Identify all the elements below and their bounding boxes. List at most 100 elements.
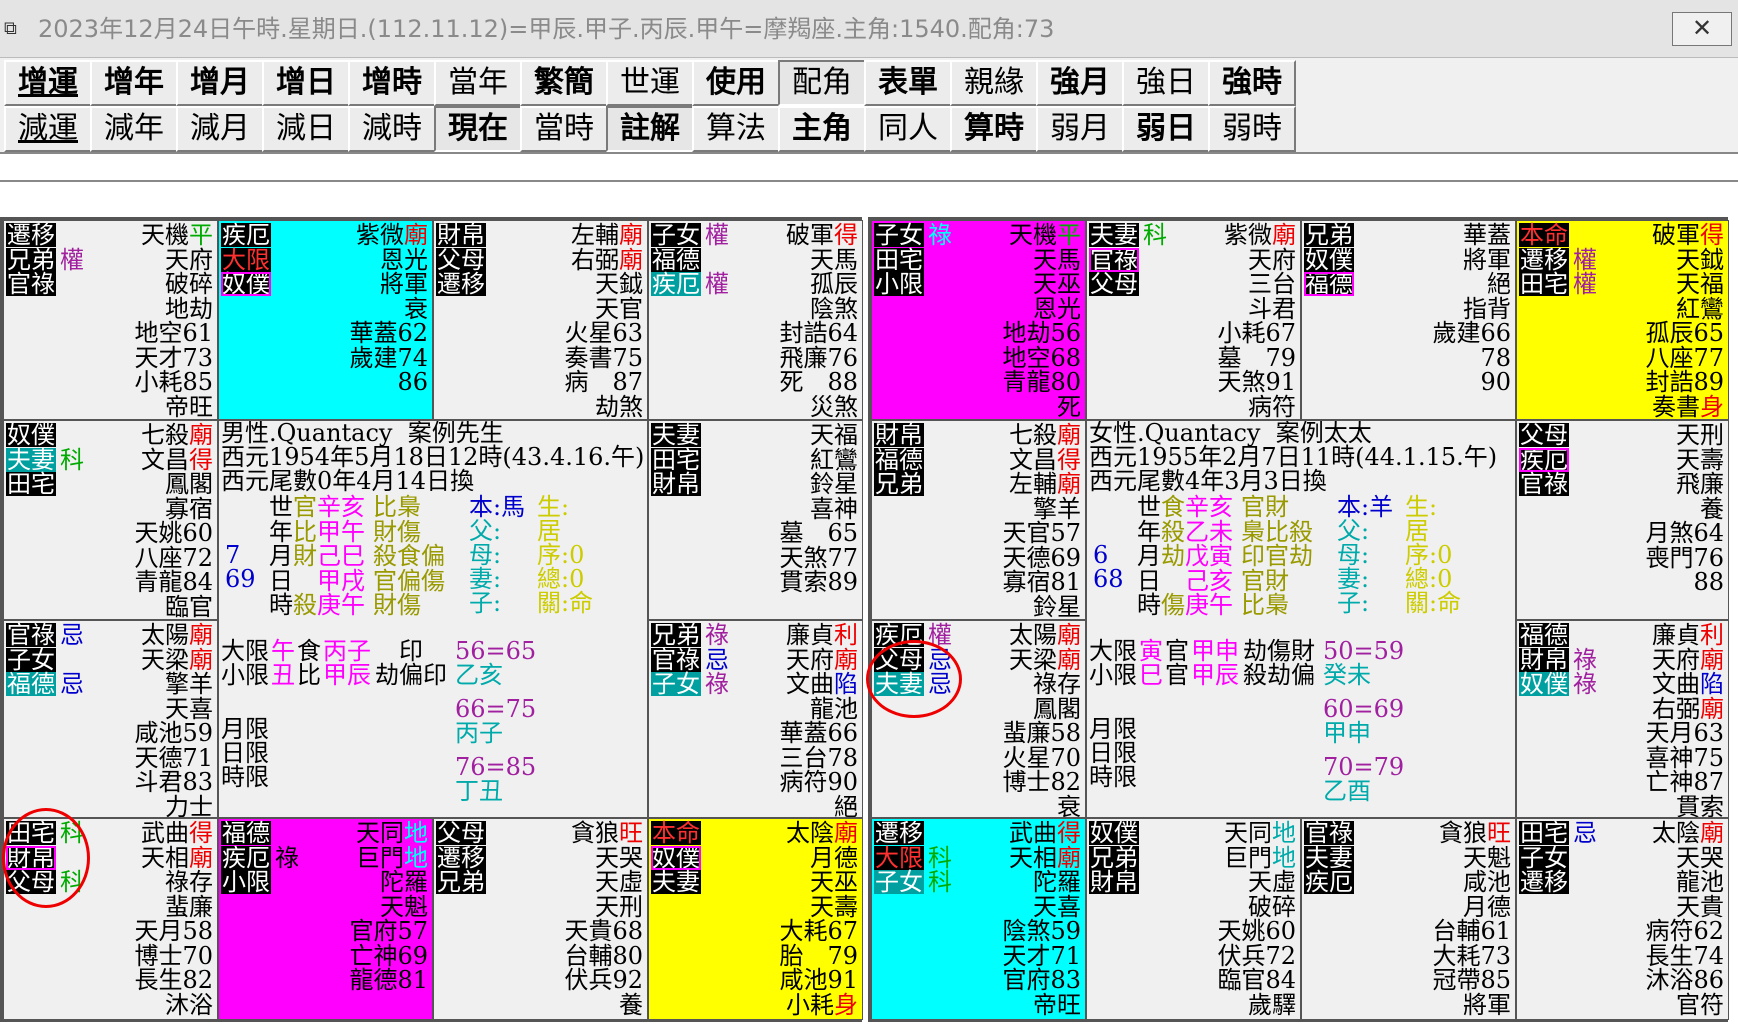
- palace-name: 奴僕: [221, 270, 271, 298]
- toolbar-button-2-1[interactable]: 減運: [4, 106, 92, 152]
- palace-cell[interactable]: 官祿 夫妻 疾厄 貪狼旺 天魁 咸池 月德 台輔61 大耗73 冠帶85 將軍: [1301, 818, 1516, 1020]
- toolbar-button-2-7[interactable]: 當時: [520, 106, 608, 152]
- star-line: 天機平: [134, 223, 213, 248]
- palace-cell[interactable]: 夫妻科官祿 父母 紫微廟 天府 三台 斗君 小耗67 墓 79 天煞91 病符: [1086, 220, 1301, 420]
- star-line: 劫煞: [564, 394, 643, 420]
- toolbar-button-2-13[interactable]: 弱月: [1036, 106, 1124, 152]
- zong-label: 總:0: [1405, 565, 1453, 593]
- palace-line: 遷移: [436, 272, 486, 297]
- palace-cell[interactable]: 兄弟 奴僕 福德 華蓋 將軍絕指背 歲建66 78 90: [1301, 220, 1516, 420]
- toolbar-button-1-9[interactable]: 使用: [692, 60, 780, 106]
- toolbar-button-1-4[interactable]: 增日: [262, 60, 350, 106]
- hidden-gods: 比梟: [373, 493, 421, 521]
- toolbar-button-1-14[interactable]: 強日: [1122, 60, 1210, 106]
- palace-cell[interactable]: 奴僕 兄弟 財帛 天同地 巨門地 天虛 破碎 天姚60 伏兵72 臨官84 歲驛: [1086, 818, 1301, 1020]
- palace-cell[interactable]: 父母 遷移 兄弟 貪狼旺 天哭 天虛 天刑 天貴68 台輔80 伏兵92 養: [433, 818, 648, 1020]
- star-line: 陀羅: [349, 870, 428, 895]
- toolbar-button-1-10[interactable]: 配角: [778, 60, 866, 106]
- palace-cell[interactable]: 遷移 兄弟權官祿 天機平 天府 破碎 地劫 地空61 天才73 小耗85 帝旺: [3, 220, 218, 420]
- toolbar-button-1-12[interactable]: 親緣: [950, 60, 1038, 106]
- palace-cell[interactable]: 福德 疾厄祿小限 天同地 巨門地 陀羅 天魁 官府57 亡神69 龍德81: [218, 818, 433, 1020]
- command-input[interactable]: [0, 152, 1738, 182]
- star-name: 力士: [165, 792, 213, 818]
- decade-range: 56=65: [455, 637, 537, 665]
- palace-cell[interactable]: 福德 財帛祿奴僕祿廉貞利 天府廟 文曲陷 右弼廟 天月63 喜神75 亡神87 貫索: [1516, 620, 1729, 818]
- decade-gz: 乙酉: [1323, 777, 1371, 805]
- hidden-gods: 財傷: [373, 517, 421, 546]
- hidden-gods: 官財: [1241, 566, 1289, 595]
- palace-cell[interactable]: 田宅忌子女 遷移 太陰廟 天哭 龍池 天貴 病符62 長生74 沐浴86 官符: [1516, 818, 1729, 1020]
- star-line: 龍池: [779, 696, 858, 722]
- palace-cell[interactable]: 財帛 父母 遷移 左輔廟 右弼廟 天鉞 天官 火星63 奏書75 病 87 劫煞: [433, 220, 648, 420]
- toolbar-button-2-14[interactable]: 弱日: [1122, 106, 1210, 152]
- palace-line: 大限科: [874, 845, 952, 871]
- chart-center: 女性.Quantacy 案例太太 西元1955年2月7日11時(44.1.15.午…: [1086, 420, 1516, 818]
- transform-tag: 權: [705, 270, 729, 298]
- star-name: 絕: [834, 792, 858, 818]
- star-line: 天姚60: [1217, 919, 1296, 944]
- palace-cell[interactable]: 本命 遷移權田宅權破軍得 天鉞 天福 紅鸞 孤辰65 八座77 封誥89 奏書身: [1516, 220, 1729, 420]
- star-line: 天府廟: [1645, 647, 1724, 673]
- star-brightness: 身: [1700, 392, 1724, 420]
- mu-label: 母:: [469, 541, 502, 569]
- palace-cell[interactable]: 子女祿田宅 小限 天機平 天馬 天巫 恩光 地劫56 地空68 青龍80 死: [871, 220, 1086, 420]
- toolbar-button-2-15[interactable]: 弱時: [1208, 106, 1296, 152]
- palace-cell[interactable]: 兄弟祿官祿忌子女祿廉貞利 天府廟 文曲陷 龍池 華蓋66 三台78 病符90 絕: [648, 620, 863, 818]
- toolbar-button-2-12[interactable]: 算時: [950, 106, 1038, 152]
- yuexian-label: 月限: [221, 715, 269, 743]
- daxian-branch: 午: [271, 637, 295, 665]
- palace-cell[interactable]: 子女權福德 疾厄權破軍得 天馬 孤辰 陰煞 封誥64 飛廉76 死 88 災煞: [648, 220, 863, 420]
- toolbar-button-1-7[interactable]: 繁簡: [520, 60, 608, 106]
- palace-cell[interactable]: 夫妻 田宅 財帛 天福 紅鸞 鈴星 喜神墓 65 天煞77 貫索89: [648, 420, 863, 620]
- star-line: 帝旺: [1002, 992, 1081, 1018]
- palace-line: 官祿: [1304, 821, 1354, 846]
- transform-tag: 科: [928, 868, 952, 896]
- toolbar-button-1-8[interactable]: 世運: [606, 60, 694, 106]
- star-line: 恩光: [1002, 296, 1081, 322]
- star-line: 長生82: [134, 968, 213, 993]
- toolbar-button-2-5[interactable]: 減時: [348, 106, 436, 152]
- palace-cell[interactable]: 父母 疾厄 官祿 天刑 天壽 飛廉養月煞64 喪門76 88: [1516, 420, 1729, 620]
- star-line: 小耗85: [134, 370, 213, 395]
- toolbar-button-2-8[interactable]: 註解: [606, 106, 694, 152]
- palace-cell[interactable]: 奴僕 夫妻科田宅 七殺廟 文昌得 鳳閣 寡宿 天姚60 八座72 青龍84 臨官: [3, 420, 218, 620]
- palace-labels: 疾厄 大限 奴僕: [221, 223, 271, 297]
- close-button[interactable]: ✕: [1672, 12, 1732, 46]
- toolbar-button-1-11[interactable]: 表單: [864, 60, 952, 106]
- toolbar-button-1-15[interactable]: 強時: [1208, 60, 1296, 106]
- toolbar-button-1-1[interactable]: 增運: [4, 60, 92, 106]
- star-line: 小耗身: [779, 992, 858, 1018]
- palace-name: 田宅: [1519, 819, 1569, 847]
- star-line: 天月58: [134, 919, 213, 944]
- star-list: 華蓋 將軍絕指背 歲建66 78 90: [1432, 223, 1511, 395]
- star-line: 寡宿81: [1002, 570, 1081, 595]
- palace-labels: 福德 疾厄祿小限: [221, 821, 299, 895]
- hidden-gods: 印官劫: [1241, 542, 1313, 570]
- toolbar-button-2-2[interactable]: 減年: [90, 106, 178, 152]
- palace-cell[interactable]: 財帛 福德 兄弟 七殺廟 文昌得 左輔廟 擎羊 天官57 天德69 寡宿81 鈴星: [871, 420, 1086, 620]
- star-line: 天巫: [779, 870, 858, 895]
- palace-cell[interactable]: 遷移 大限科子女科武曲得 天相廟 陀羅 天喜 陰煞59 天才71 官府83 帝旺: [871, 818, 1086, 1020]
- toolbar-button-2-10[interactable]: 主角: [778, 106, 866, 152]
- toolbar-button-2-4[interactable]: 減日: [262, 106, 350, 152]
- toolbar-button-1-3[interactable]: 增月: [176, 60, 264, 106]
- ten-god: 食: [1161, 493, 1185, 521]
- palace-cell[interactable]: 官祿忌子女 福德忌太陽廟 天梁廟 擎羊 天喜 咸池59 天德71 斗君83 力士: [3, 620, 218, 818]
- palace-name: 兄弟: [651, 621, 701, 649]
- palace-cell[interactable]: 疾厄 大限 奴僕 紫微廟 恩光 將軍衰華蓋62 歲建74 86: [218, 220, 433, 420]
- toolbar-button-2-11[interactable]: 同人: [864, 106, 952, 152]
- toolbar-button-1-5[interactable]: 增時: [348, 60, 436, 106]
- star-name: 帝旺: [165, 392, 213, 420]
- toolbar-button-2-9[interactable]: 算法: [692, 106, 780, 152]
- toolbar-button-2-6[interactable]: 現在: [434, 106, 522, 152]
- toolbar-button-1-2[interactable]: 增年: [90, 60, 178, 106]
- toolbar-button-2-3[interactable]: 減月: [176, 106, 264, 152]
- toolbar-button-1-6[interactable]: 當年: [434, 60, 522, 106]
- palace-cell[interactable]: 本命 奴僕 夫妻 太陰廟 月德 天巫 天壽 大耗67 胎 79 咸池91 小耗身: [648, 818, 863, 1020]
- chart-center: 男性.Quantacy 案例先生 西元1954年5月18日12時(43.4.16.…: [218, 420, 648, 818]
- star-line: 亡神87: [1645, 770, 1724, 795]
- star-line: 咸池: [1432, 870, 1511, 895]
- star-list: 天同地 巨門地 陀羅 天魁 官府57 亡神69 龍德81: [349, 821, 428, 993]
- toolbar-button-1-13[interactable]: 強月: [1036, 60, 1124, 106]
- palace-name: 田宅: [6, 470, 56, 498]
